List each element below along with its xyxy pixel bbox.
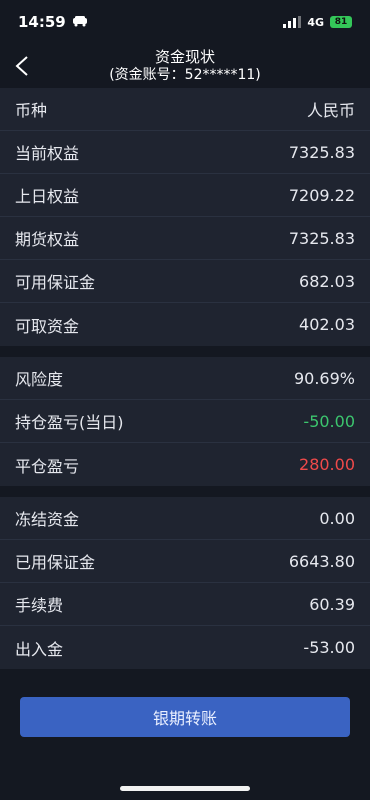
row-label: 当前权益 (15, 144, 80, 163)
nav-header: 资金现状 (资金账号：52*****11) (0, 44, 370, 88)
row-closed-pnl: 平仓盈亏 280.00 (0, 443, 370, 486)
row-frozen-funds: 冻结资金 0.00 (0, 497, 370, 540)
row-label: 风险度 (15, 370, 64, 389)
row-label: 已用保证金 (15, 553, 96, 572)
battery-level: 81 (334, 17, 348, 27)
row-value: 0.00 (319, 508, 355, 528)
row-label: 期货权益 (15, 230, 80, 249)
row-value: 7325.83 (288, 228, 355, 248)
row-label: 冻结资金 (15, 510, 80, 529)
funds-section: 币种 人民币 当前权益 7325.83 上日权益 7209.22 期货权益 73… (0, 88, 370, 346)
margin-section: 冻结资金 0.00 已用保证金 6643.80 手续费 60.39 出入金 -5… (0, 497, 370, 669)
row-previous-equity: 上日权益 7209.22 (0, 174, 370, 217)
row-label: 手续费 (15, 596, 64, 615)
row-label: 币种 (15, 101, 48, 120)
row-withdrawable-funds: 可取资金 402.03 (0, 303, 370, 346)
chevron-left-icon (15, 56, 28, 76)
row-deposit-withdrawal: 出入金 -53.00 (0, 626, 370, 669)
button-label: 银期转账 (152, 709, 217, 728)
row-value: -50.00 (303, 411, 355, 431)
row-value: 6643.80 (288, 551, 355, 571)
row-value: 人民币 (306, 101, 355, 120)
row-label: 上日权益 (15, 187, 80, 206)
signal-icon (283, 16, 302, 28)
status-bar: 14:59 4G 81 (0, 0, 370, 44)
car-icon (72, 13, 88, 31)
row-label: 可用保证金 (15, 273, 96, 292)
row-futures-equity: 期货权益 7325.83 (0, 217, 370, 260)
account-subtitle: (资金账号：52*****11) (109, 67, 261, 83)
row-label: 持仓盈亏(当日) (15, 413, 124, 432)
page-title: 资金现状 (154, 48, 215, 66)
row-value: 7325.83 (288, 142, 355, 162)
back-button[interactable] (10, 54, 34, 78)
bank-futures-transfer-button[interactable]: 银期转账 (20, 697, 350, 737)
row-currency: 币种 人民币 (0, 88, 370, 131)
risk-section: 风险度 90.69% 持仓盈亏(当日) -50.00 平仓盈亏 280.00 (0, 357, 370, 486)
row-value: 90.69% (293, 368, 355, 388)
row-label: 出入金 (15, 639, 64, 659)
row-value: 280.00 (299, 455, 355, 474)
row-value: 60.39 (309, 594, 355, 614)
status-left: 14:59 (18, 13, 88, 31)
row-label: 平仓盈亏 (15, 456, 80, 476)
row-label: 可取资金 (15, 316, 80, 336)
row-used-margin: 已用保证金 6643.80 (0, 540, 370, 583)
network-label: 4G (307, 15, 324, 29)
row-current-equity: 当前权益 7325.83 (0, 131, 370, 174)
row-fees: 手续费 60.39 (0, 583, 370, 626)
row-available-margin: 可用保证金 682.03 (0, 260, 370, 303)
row-position-pnl: 持仓盈亏(当日) -50.00 (0, 400, 370, 443)
row-value: 402.03 (299, 315, 355, 334)
home-indicator (120, 786, 250, 791)
status-time: 14:59 (18, 13, 66, 31)
row-value: 7209.22 (288, 185, 355, 205)
row-value: -53.00 (303, 638, 355, 657)
battery-icon: 81 (330, 16, 352, 28)
row-risk-ratio: 风险度 90.69% (0, 357, 370, 400)
status-right: 4G 81 (283, 16, 352, 29)
row-value: 682.03 (299, 271, 355, 291)
